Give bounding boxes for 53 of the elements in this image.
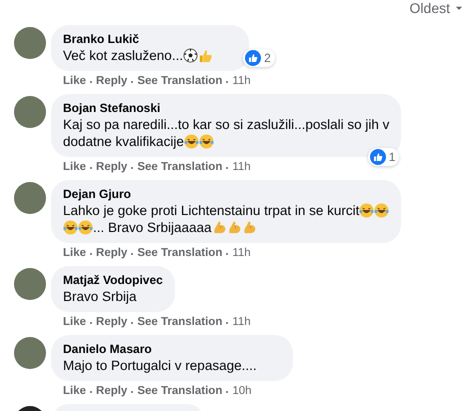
- author-name[interactable]: Bojan Stefanoski: [63, 100, 390, 116]
- comment-action-link[interactable]: Reply: [96, 315, 128, 330]
- comment-text: Majo to Portugalci v repasage....: [63, 357, 257, 374]
- comment-action-link[interactable]: Like: [63, 315, 86, 330]
- comment-text: dodatne kvalifikacije: [63, 133, 184, 150]
- laughing-emoji-icon: [63, 220, 78, 235]
- comment-action-link[interactable]: See Translation: [137, 315, 222, 330]
- comment-action-link[interactable]: See Translation: [137, 246, 222, 261]
- reaction-count-badge[interactable]: 2: [243, 49, 275, 67]
- comment-timestamp[interactable]: 11h: [232, 315, 251, 330]
- laughing-emoji-icon: [359, 203, 374, 218]
- comment-action-link[interactable]: Like: [63, 160, 86, 175]
- flexed-arm-emoji-icon: [242, 220, 257, 235]
- comment-action-link[interactable]: Like: [63, 74, 86, 89]
- like-icon: [245, 50, 262, 66]
- soccer-ball-icon: [183, 48, 198, 63]
- avatar[interactable]: [14, 182, 46, 214]
- comment-text: Lahko je goke proti Lichtenstainu trpat in se kurcit: [63, 202, 360, 219]
- comment-text: Bravo Srbija: [63, 288, 137, 305]
- flexed-arm-emoji-icon: [226, 220, 242, 235]
- comment-timestamp[interactable]: 10h: [232, 384, 252, 399]
- comment-timestamp[interactable]: 11h: [232, 74, 251, 89]
- comment-text: Kaj so pa naredili...to kar so si zaslužili...poslali so jih v: [63, 116, 390, 133]
- reaction-count-badge[interactable]: 1: [368, 148, 400, 166]
- author-name[interactable]: Matjaž Vodopivec: [63, 272, 163, 288]
- comment-action-link[interactable]: See Translation: [137, 384, 222, 399]
- thumbs-up-emoji-icon: [198, 48, 214, 63]
- comment-action-link[interactable]: Reply: [96, 384, 128, 399]
- laughing-emoji-icon: [78, 220, 93, 235]
- avatar[interactable]: [14, 96, 46, 128]
- laughing-emoji-icon: [184, 134, 199, 149]
- author-name[interactable]: Branko Lukič: [63, 31, 238, 47]
- comment-action-link[interactable]: Like: [63, 384, 86, 399]
- comment-timestamp[interactable]: 11h: [232, 246, 251, 261]
- comment-action-link[interactable]: Like: [63, 246, 86, 261]
- laughing-emoji-icon: [198, 134, 214, 149]
- comment-action-link[interactable]: See Translation: [137, 74, 222, 89]
- laughing-emoji-icon: [374, 203, 390, 218]
- comment-action-link[interactable]: Reply: [96, 74, 128, 89]
- comment-action-link[interactable]: Reply: [96, 246, 128, 261]
- avatar[interactable]: [14, 27, 46, 59]
- like-icon: [370, 149, 386, 165]
- avatar[interactable]: [14, 268, 46, 300]
- flexed-arm-emoji-icon: [212, 220, 227, 235]
- comment-timestamp[interactable]: 11h: [232, 160, 251, 175]
- author-name[interactable]: Danielo Masaro: [63, 341, 281, 357]
- comment-action-link[interactable]: Reply: [96, 160, 128, 175]
- comment-action-link[interactable]: See Translation: [137, 160, 222, 175]
- comment-text: Več kot zasluženo...: [63, 47, 184, 64]
- comment-text: ... Bravo Srbijaaaaa: [93, 219, 212, 236]
- sort-dropdown[interactable]: Oldest: [410, 0, 464, 18]
- avatar[interactable]: [14, 337, 46, 369]
- author-name[interactable]: Dejan Gjuro: [63, 186, 390, 202]
